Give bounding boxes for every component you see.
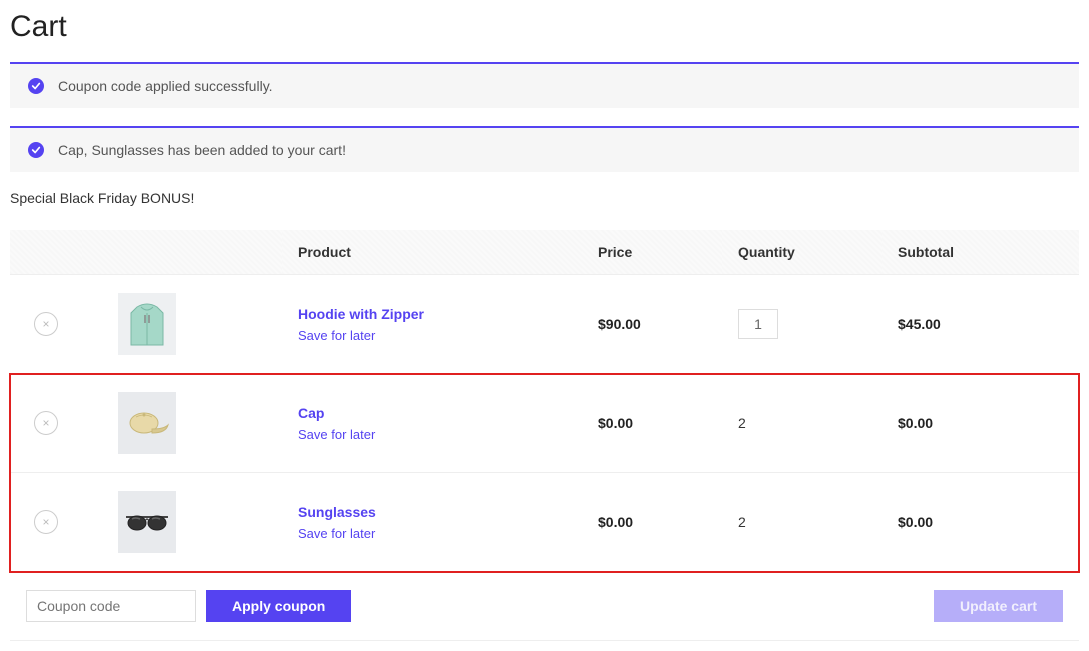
product-name-link[interactable]: Hoodie with Zipper xyxy=(298,306,424,322)
save-for-later-link[interactable]: Save for later xyxy=(298,328,566,343)
product-thumbnail[interactable] xyxy=(118,392,176,454)
notice-added-to-cart: Cap, Sunglasses has been added to your c… xyxy=(10,126,1079,172)
quantity-stepper[interactable] xyxy=(738,309,778,339)
notice-coupon-applied: Coupon code applied successfully. xyxy=(10,62,1079,108)
product-thumbnail[interactable] xyxy=(118,293,176,355)
header-subtotal: Subtotal xyxy=(882,230,1079,275)
quantity-value: 2 xyxy=(738,514,746,530)
header-quantity: Quantity xyxy=(722,230,882,275)
table-row: × Sunglasses xyxy=(10,473,1079,572)
check-circle-icon xyxy=(28,142,44,158)
table-row: × Hoodie with Zipper xyxy=(10,275,1079,374)
cart-table: Product Price Quantity Subtotal × xyxy=(10,230,1079,641)
quantity-value: 2 xyxy=(738,415,746,431)
hoodie-icon xyxy=(125,299,169,349)
header-product: Product xyxy=(282,230,582,275)
price-value: $0.00 xyxy=(598,514,633,530)
coupon-code-input[interactable] xyxy=(26,590,196,622)
price-value: $90.00 xyxy=(598,316,641,332)
update-cart-button[interactable]: Update cart xyxy=(934,590,1063,622)
price-value: $0.00 xyxy=(598,415,633,431)
notice-text: Coupon code applied successfully. xyxy=(58,78,273,94)
sunglasses-icon xyxy=(122,507,172,537)
remove-item-button[interactable]: × xyxy=(34,510,58,534)
product-name-link[interactable]: Sunglasses xyxy=(298,504,376,520)
subtotal-value: $0.00 xyxy=(898,514,933,530)
product-name-link[interactable]: Cap xyxy=(298,405,324,421)
table-row: × Cap Save for later xyxy=(10,374,1079,473)
check-circle-icon xyxy=(28,78,44,94)
notice-text: Cap, Sunglasses has been added to your c… xyxy=(58,142,346,158)
bonus-label: Special Black Friday BONUS! xyxy=(10,190,1079,206)
cap-icon xyxy=(122,403,172,443)
save-for-later-link[interactable]: Save for later xyxy=(298,427,566,442)
cart-table-container: Product Price Quantity Subtotal × xyxy=(10,230,1079,641)
remove-item-button[interactable]: × xyxy=(34,411,58,435)
save-for-later-link[interactable]: Save for later xyxy=(298,526,566,541)
product-thumbnail[interactable] xyxy=(118,491,176,553)
subtotal-value: $0.00 xyxy=(898,415,933,431)
header-price: Price xyxy=(582,230,722,275)
remove-item-button[interactable]: × xyxy=(34,312,58,336)
subtotal-value: $45.00 xyxy=(898,316,941,332)
actions-row: Apply coupon Update cart xyxy=(10,572,1079,641)
apply-coupon-button[interactable]: Apply coupon xyxy=(206,590,351,622)
page-title: Cart xyxy=(10,10,1079,44)
